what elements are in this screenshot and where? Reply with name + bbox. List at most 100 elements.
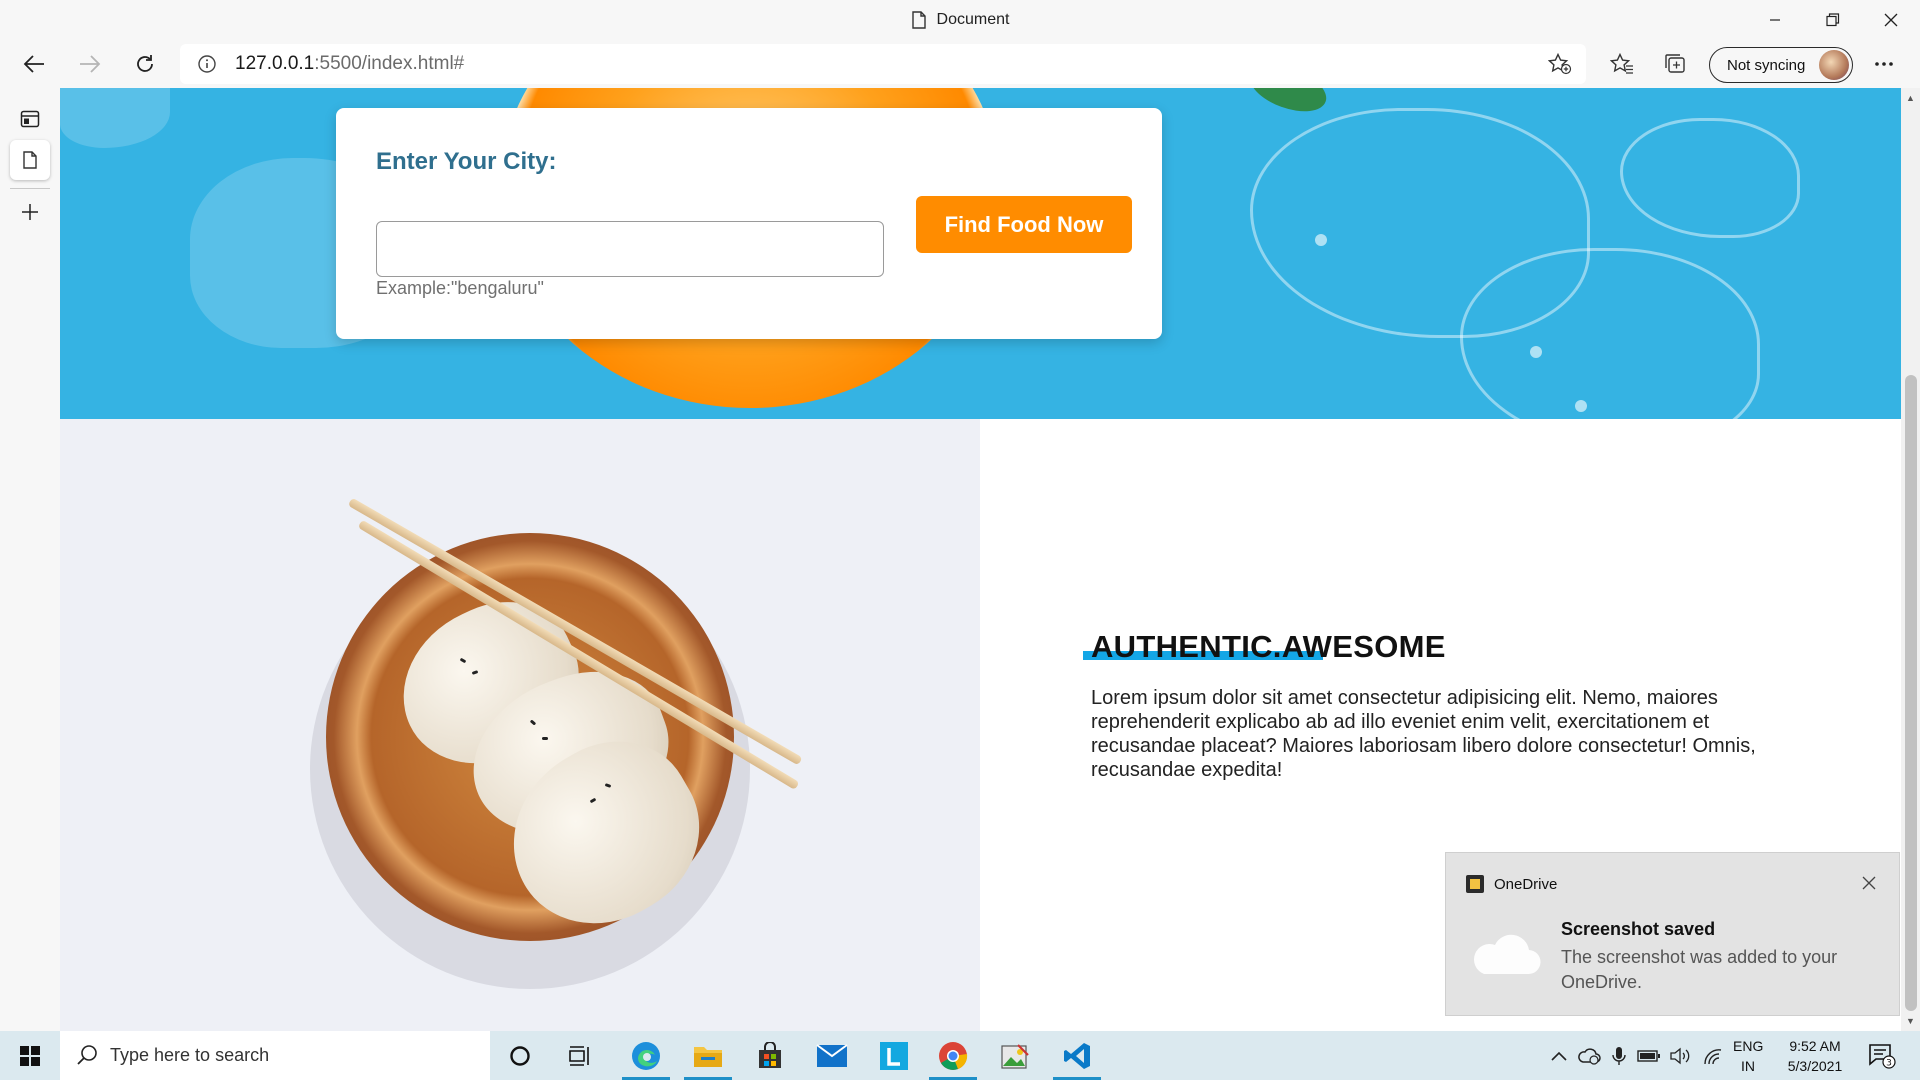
cortana-button[interactable] [495,1031,545,1080]
cortana-circle-icon [510,1045,530,1066]
add-favorite-icon[interactable] [1548,53,1572,75]
collections-button[interactable] [1656,44,1696,84]
minimize-button[interactable] [1746,0,1804,40]
close-window-button[interactable] [1862,0,1920,40]
clock-time: 9:52 AM [1789,1038,1841,1054]
onedrive-cloud-sync-icon [1578,1047,1601,1065]
restore-icon [1826,13,1840,27]
city-example-hint: Example:"bengaluru" [376,278,544,298]
title-bar: Document [0,0,1920,40]
tray-network[interactable] [1698,1031,1728,1080]
dumplings-photo [60,419,980,1031]
restore-button[interactable] [1804,0,1862,40]
tab-document[interactable] [10,140,50,180]
browser-toolbar: 127.0.0.1:5500/index.html# Not syncing [0,40,1920,88]
notification-count: 3 [1886,1058,1892,1068]
language-code: ENG [1733,1038,1764,1054]
notification-title: Screenshot saved [1561,919,1716,939]
folder-icon [694,1046,722,1067]
city-search-card: Enter Your City: Example:"bengaluru" Fin… [336,108,1162,339]
site-info-icon[interactable] [198,55,216,73]
cloud-icon [1473,934,1541,975]
window-controls [1746,0,1920,40]
taskbar-file-explorer[interactable] [680,1031,736,1080]
forward-button[interactable] [70,44,110,84]
tab-actions-button[interactable] [10,99,50,139]
scroll-down-arrow-icon[interactable]: ▼ [1901,1013,1920,1029]
close-icon [1884,13,1898,27]
forward-arrow-icon [80,55,101,73]
scroll-thumb[interactable] [1905,375,1917,1011]
tab-actions-icon [20,110,40,128]
city-label: Enter Your City: [376,148,557,175]
find-food-button[interactable]: Find Food Now [916,196,1132,253]
new-tab-button[interactable] [10,192,50,232]
water-drop [1530,346,1542,358]
minimize-icon [1770,19,1780,21]
battery-icon [1637,1049,1660,1062]
scroll-up-arrow-icon[interactable]: ▲ [1901,90,1920,106]
chevron-up-icon [1551,1051,1567,1061]
url-text[interactable]: 127.0.0.1:5500/index.html# [235,53,464,75]
favorites-button[interactable] [1602,44,1642,84]
city-input[interactable] [376,221,884,277]
onedrive-notification[interactable]: OneDrive Screenshot saved The screenshot… [1445,852,1900,1016]
task-view-icon [569,1045,589,1066]
about-paragraph: Lorem ipsum dolor sit amet consectetur a… [1091,687,1756,781]
refresh-icon [137,55,153,72]
action-center-button[interactable]: 3 [1862,1031,1902,1080]
tray-clock[interactable]: 9:52 AM 5/3/2021 [1775,1036,1855,1076]
water-splash [60,88,170,148]
search-icon [77,1045,97,1065]
notification-icon: 3 [1869,1043,1896,1069]
plus-icon [22,204,38,220]
more-dots-icon [1875,62,1893,66]
back-button[interactable] [14,44,54,84]
taskbar-search-box[interactable]: Type here to search [60,1031,490,1080]
show-hidden-icons-button[interactable] [1546,1031,1572,1080]
collections-icon [1665,54,1685,73]
window-title-text: Document [936,11,1010,28]
water-drop [1315,234,1327,246]
clock-date: 5/3/2021 [1787,1058,1843,1074]
favorites-icon [1610,53,1633,74]
tray-microphone[interactable] [1606,1031,1632,1080]
taskbar-store[interactable] [742,1031,798,1080]
taskbar-search-placeholder: Type here to search [110,1045,270,1065]
mint-leaf-image [1243,88,1333,121]
microphone-icon [1612,1046,1626,1065]
tray-battery[interactable] [1634,1031,1664,1080]
wifi-icon [1704,1048,1722,1064]
start-button[interactable] [0,1031,60,1080]
tab-strip-divider [10,188,50,189]
tray-language[interactable]: ENG IN [1733,1036,1763,1076]
profile-sync-button[interactable]: Not syncing [1709,47,1853,83]
refresh-button[interactable] [125,44,165,84]
page-scrollbar[interactable]: ▲ ▼ [1901,88,1920,1031]
vertical-tab-strip [0,88,60,1031]
taskbar-l-app[interactable] [866,1031,922,1080]
taskbar-mail[interactable] [804,1031,860,1080]
tray-onedrive[interactable] [1574,1031,1604,1080]
windows-taskbar: Type here to search ENG IN 9:52 AM 5/3/2… [0,1031,1920,1080]
taskbar-edge[interactable] [618,1031,674,1080]
edge-browser-icon [632,1041,660,1070]
chrome-icon [939,1041,968,1070]
onedrive-app-icon [1466,875,1484,893]
water-drop [1575,400,1587,412]
url-path: :5500/index.html# [314,53,465,74]
l-app-icon [880,1041,908,1070]
close-icon [1862,876,1876,890]
region-code: IN [1741,1058,1755,1074]
settings-more-button[interactable] [1864,44,1904,84]
taskbar-vscode[interactable] [1049,1031,1105,1080]
taskbar-chrome[interactable] [925,1031,981,1080]
profile-avatar [1819,50,1849,80]
task-view-button[interactable] [555,1031,605,1080]
taskbar-image-app[interactable] [987,1031,1043,1080]
notification-close-button[interactable] [1859,873,1879,893]
water-ripple [1460,248,1760,419]
address-bar[interactable]: 127.0.0.1:5500/index.html# [180,44,1586,84]
notification-body: The screenshot was added to your OneDriv… [1561,947,1838,992]
tray-volume[interactable] [1666,1031,1696,1080]
